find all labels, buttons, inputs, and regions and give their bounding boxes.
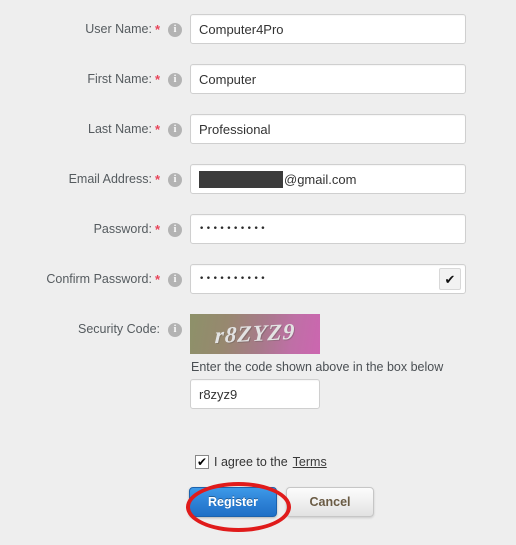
form-row-user-name: User Name: * i Computer4Pro (0, 14, 516, 46)
label-text: User Name: (85, 22, 152, 36)
form-row-password: Password: * i •••••••••• (0, 214, 516, 246)
form-row-first-name: First Name: * i Computer (0, 64, 516, 96)
info-icon[interactable]: i (168, 123, 182, 137)
last-name-input[interactable]: Professional (190, 114, 466, 144)
form-row-last-name: Last Name: * i Professional (0, 114, 516, 146)
info-icon[interactable]: i (168, 23, 182, 37)
first-name-value: Computer (199, 71, 257, 87)
info-cell-password: i (160, 214, 190, 237)
agree-terms-label: I agree to the (214, 455, 288, 469)
info-cell-first-name: i (160, 64, 190, 87)
security-code-input[interactable]: r8zyz9 (190, 379, 320, 409)
field-cell-user-name: Computer4Pro (190, 14, 516, 44)
password-input[interactable]: •••••••••• (190, 214, 466, 244)
form-row-confirm-password: Confirm Password: * i •••••••••• ✔ (0, 264, 516, 296)
captcha-image: r8ZYZ9 (190, 314, 320, 354)
field-cell-email-address: @gmail.com (190, 164, 516, 194)
confirm-password-value: •••••••••• (199, 274, 268, 284)
info-cell-email-address: i (160, 164, 190, 187)
email-address-input[interactable]: @gmail.com (190, 164, 466, 194)
required-asterisk: * (154, 172, 160, 187)
cancel-button[interactable]: Cancel (286, 487, 374, 517)
confirm-password-input[interactable]: •••••••••• ✔ (190, 264, 466, 294)
checkmark-icon: ✔ (196, 455, 208, 469)
captcha-hint-text: Enter the code shown above in the box be… (191, 360, 444, 374)
label-text: Security Code: (78, 322, 160, 336)
last-name-value: Professional (199, 121, 271, 137)
field-cell-last-name: Professional (190, 114, 516, 144)
label-last-name: Last Name: * (0, 114, 160, 136)
password-value: •••••••••• (199, 224, 268, 234)
terms-agreement-row: ✔ I agree to the Terms (195, 455, 327, 469)
label-text: First Name: (87, 72, 152, 86)
required-asterisk: * (154, 222, 160, 237)
required-asterisk: * (154, 272, 160, 287)
label-text: Password: (93, 222, 152, 236)
label-text: Email Address: (68, 172, 152, 186)
label-text: Last Name: (88, 122, 152, 136)
form-row-email-address: Email Address: * i @gmail.com (0, 164, 516, 196)
required-asterisk: * (154, 122, 160, 137)
field-cell-security-code: r8ZYZ9 Enter the code shown above in the… (190, 314, 516, 409)
user-name-value: Computer4Pro (199, 21, 284, 37)
user-name-input[interactable]: Computer4Pro (190, 14, 466, 44)
info-icon[interactable]: i (168, 223, 182, 237)
first-name-input[interactable]: Computer (190, 64, 466, 94)
label-text: Confirm Password: (46, 272, 152, 286)
info-cell-security-code: i (160, 314, 190, 337)
required-asterisk: * (154, 72, 160, 87)
info-icon[interactable]: i (168, 273, 182, 287)
register-button[interactable]: Register (189, 487, 277, 517)
field-cell-first-name: Computer (190, 64, 516, 94)
label-password: Password: * (0, 214, 160, 236)
field-cell-password: •••••••••• (190, 214, 516, 244)
info-icon[interactable]: i (168, 173, 182, 187)
info-icon[interactable]: i (168, 323, 182, 337)
info-cell-confirm-password: i (160, 264, 190, 287)
form-actions: Register Cancel (189, 487, 374, 517)
security-code-value: r8zyz9 (199, 386, 238, 402)
label-first-name: First Name: * (0, 64, 160, 86)
checkmark-icon: ✔ (439, 268, 461, 290)
form-row-security-code: Security Code: i r8ZYZ9 Enter the code s… (0, 314, 516, 409)
info-cell-last-name: i (160, 114, 190, 137)
email-domain-value: @gmail.com (284, 171, 357, 187)
label-email-address: Email Address: * (0, 164, 160, 186)
agree-terms-checkbox[interactable]: ✔ (195, 455, 209, 469)
info-cell-user-name: i (160, 14, 190, 37)
redaction-overlay (199, 170, 283, 188)
required-asterisk: * (154, 22, 160, 37)
captcha-text: r8ZYZ9 (214, 318, 296, 349)
label-confirm-password: Confirm Password: * (0, 264, 160, 286)
terms-link[interactable]: Terms (293, 455, 327, 469)
label-security-code: Security Code: (0, 314, 160, 336)
field-cell-confirm-password: •••••••••• ✔ (190, 264, 516, 294)
info-icon[interactable]: i (168, 73, 182, 87)
registration-form: User Name: * i Computer4Pro First Name: * … (0, 0, 516, 545)
label-user-name: User Name: * (0, 14, 160, 36)
